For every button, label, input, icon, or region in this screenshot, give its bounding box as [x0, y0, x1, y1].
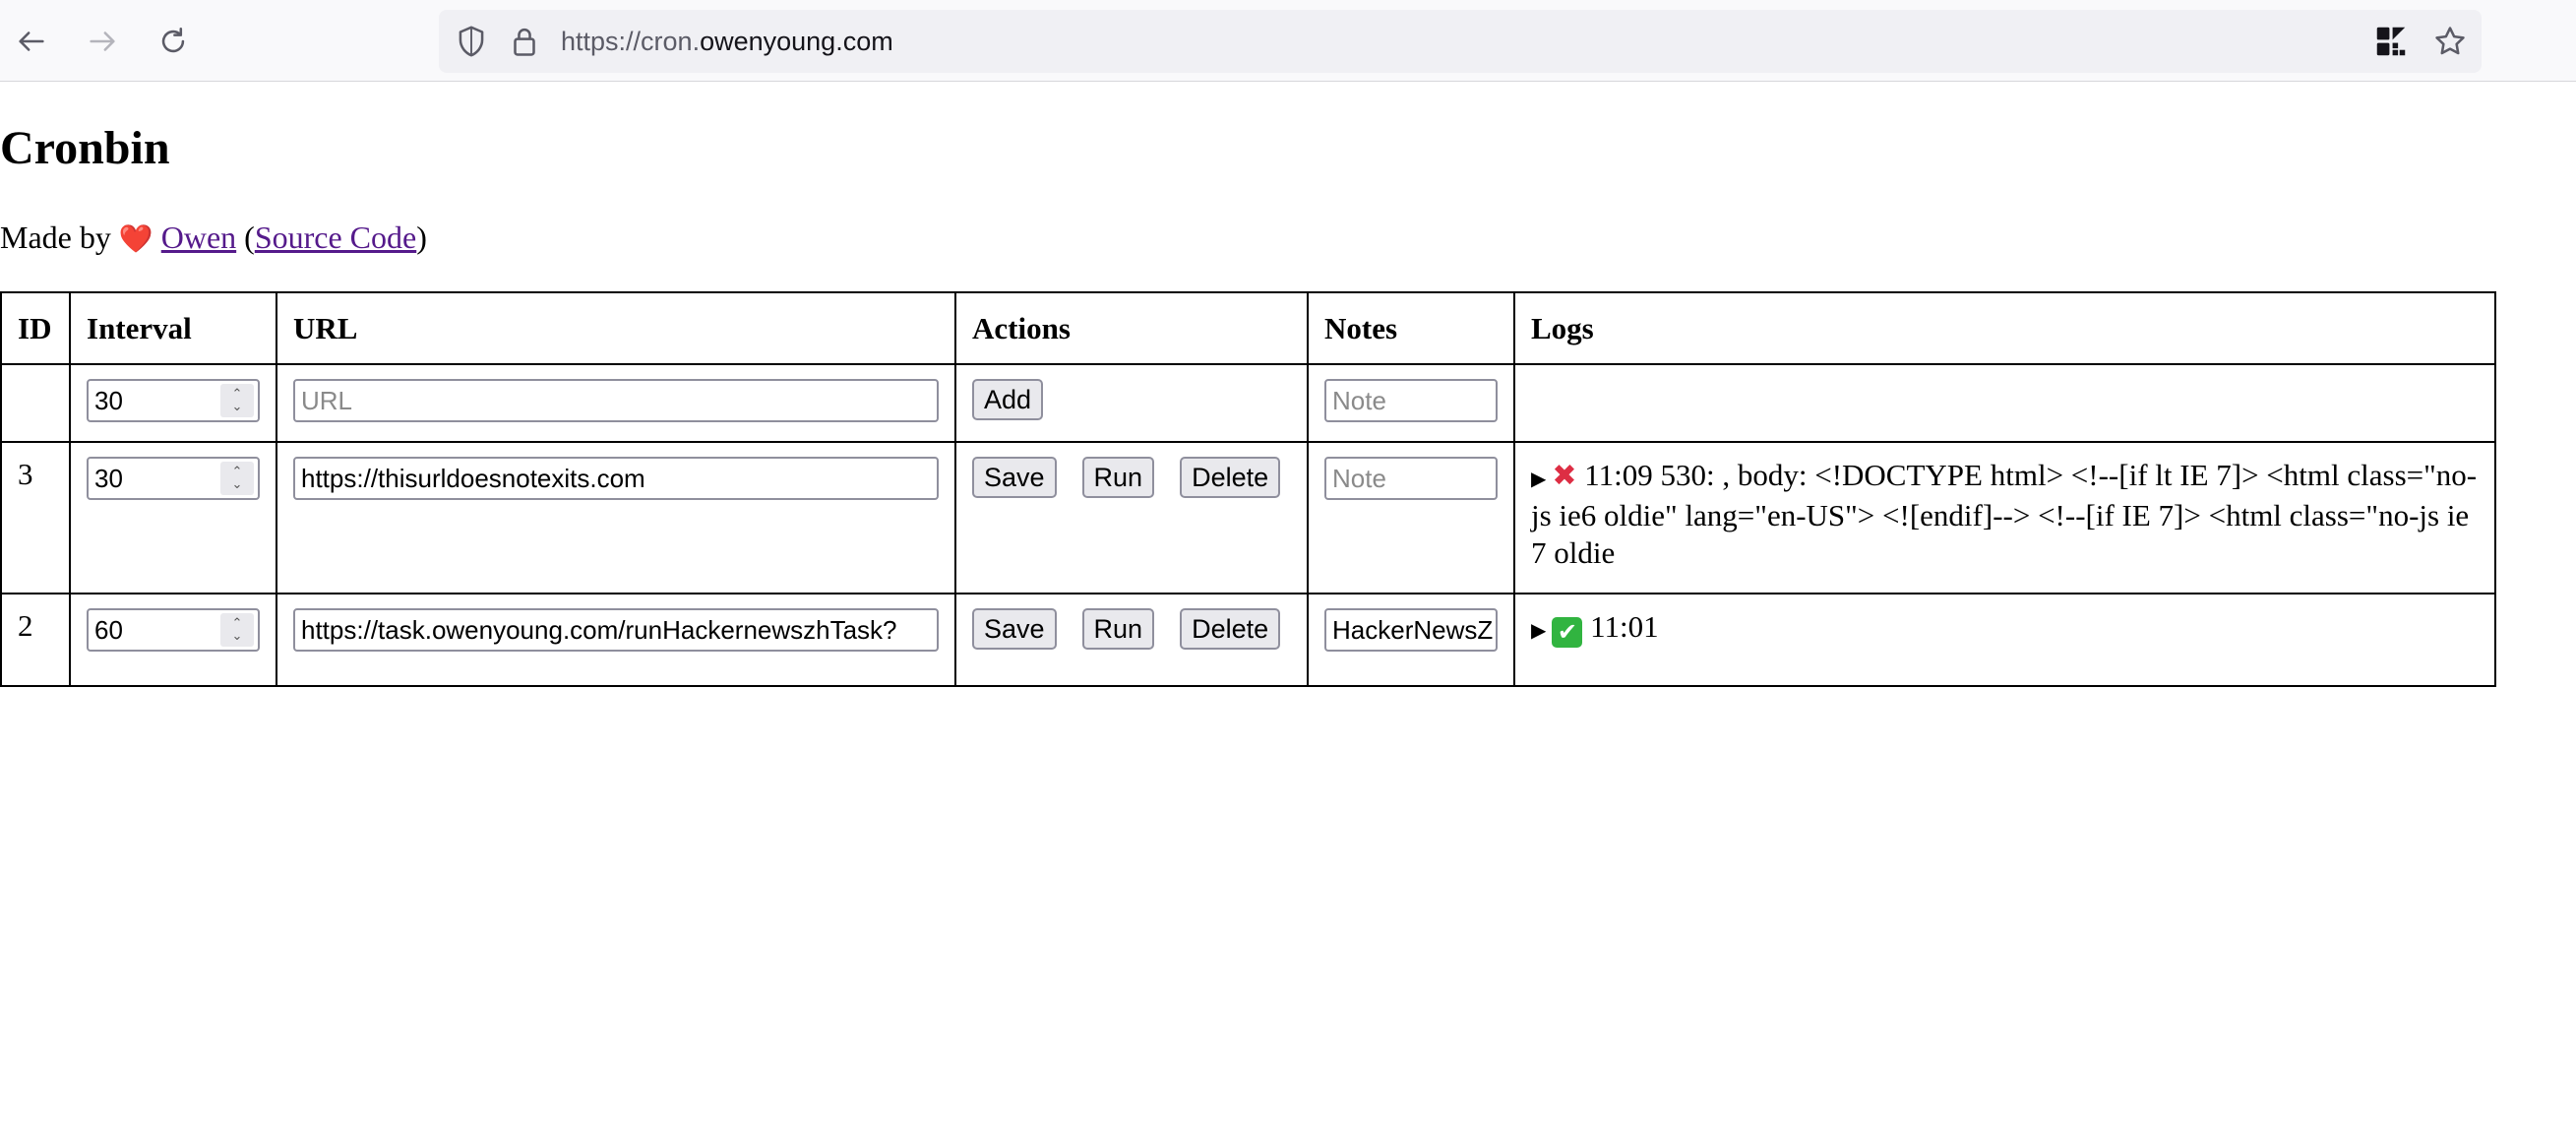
log-entry[interactable]: ▶ ✔ 11:01 — [1531, 608, 2479, 649]
back-button[interactable] — [10, 20, 53, 63]
add-log-cell — [1513, 363, 2496, 443]
open-paren: ( — [244, 219, 255, 255]
check-mark-icon: ✔ — [1552, 617, 1583, 648]
run-button[interactable]: Run — [1081, 608, 1155, 650]
add-interval-input[interactable]: 30 ⌃ ⌄ — [87, 379, 260, 422]
add-id-cell — [0, 363, 71, 443]
actions-cell: Save Run Delete — [954, 441, 1309, 594]
add-note-input[interactable]: Note — [1324, 379, 1498, 422]
delete-button[interactable]: Delete — [1180, 608, 1281, 650]
log-cell: ▶ ✔ 11:01 — [1513, 593, 2496, 687]
close-paren: ) — [416, 219, 427, 255]
log-cell: ▶ ✖ 11:09 530: , body: <!DOCTYPE html> <!… — [1513, 441, 2496, 594]
log-time: 11:01 — [1590, 609, 1659, 644]
note-input[interactable]: Note — [1324, 457, 1498, 500]
header-url: URL — [276, 291, 956, 365]
forward-button[interactable] — [81, 20, 124, 63]
table-row: 2 60 ⌃ ⌄ https://task.owenyoung.com/runHa… — [0, 593, 2496, 687]
add-button[interactable]: Add — [972, 379, 1044, 420]
interval-value: 30 — [94, 464, 123, 493]
log-entry[interactable]: ▶ ✖ 11:09 530: , body: <!DOCTYPE html> <!… — [1531, 457, 2479, 572]
url-text[interactable]: https://cron.owenyoung.com — [561, 10, 893, 73]
spinner-icon[interactable]: ⌃ ⌄ — [220, 384, 254, 417]
disclosure-triangle-icon[interactable]: ▶ — [1531, 618, 1546, 642]
disclosure-triangle-icon[interactable]: ▶ — [1531, 467, 1546, 490]
url-input[interactable]: https://thisurldoesnotexits.com — [293, 457, 939, 500]
add-interval-cell: 30 ⌃ ⌄ — [69, 363, 277, 443]
interval-cell: 60 ⌃ ⌄ — [69, 593, 277, 687]
table-header-row: ID Interval URL Actions Notes Logs — [0, 291, 2496, 365]
arrow-left-icon — [19, 31, 44, 51]
add-interval-value: 30 — [94, 386, 123, 415]
delete-button[interactable]: Delete — [1180, 457, 1281, 498]
cron-jobs-table: ID Interval URL Actions Notes Logs 30 ⌃ ⌄ — [0, 291, 2496, 687]
spinner-icon[interactable]: ⌃ ⌄ — [220, 613, 254, 647]
interval-input[interactable]: 30 ⌃ ⌄ — [87, 457, 260, 500]
interval-cell: 30 ⌃ ⌄ — [69, 441, 277, 594]
reload-icon — [161, 27, 185, 53]
header-actions: Actions — [954, 291, 1309, 365]
header-logs: Logs — [1513, 291, 2496, 365]
note-cell: HackerNewsZ — [1307, 593, 1515, 687]
browser-toolbar: https://cron.owenyoung.com — [0, 0, 2576, 82]
add-url-cell: URL — [276, 363, 956, 443]
add-url-input[interactable]: URL — [293, 379, 939, 422]
save-button[interactable]: Save — [972, 457, 1057, 498]
log-time: 11:09 — [1584, 458, 1653, 492]
actions-cell: Save Run Delete — [954, 593, 1309, 687]
header-notes: Notes — [1307, 291, 1515, 365]
lock-icon[interactable] — [506, 23, 543, 60]
interval-value: 60 — [94, 615, 123, 645]
add-note-cell: Note — [1307, 363, 1515, 443]
author-link[interactable]: Owen — [161, 219, 236, 255]
reload-button[interactable] — [152, 20, 195, 63]
star-icon[interactable] — [2431, 23, 2469, 60]
url-domain: owenyoung.com — [700, 27, 893, 56]
add-actions-cell: Add — [954, 363, 1309, 443]
qr-code-icon[interactable] — [2372, 23, 2410, 60]
header-interval: Interval — [69, 291, 277, 365]
shield-icon[interactable] — [453, 23, 490, 60]
url-prefix: https://cron. — [561, 27, 701, 56]
run-button[interactable]: Run — [1081, 457, 1155, 498]
table-row: 3 30 ⌃ ⌄ https://thisurldoesnotexits.com … — [0, 441, 2496, 594]
credits-line: Made by ❤️ Owen (Source Code) — [0, 218, 427, 259]
arrow-right-icon — [90, 31, 115, 51]
url-input[interactable]: https://task.owenyoung.com/runHackernews… — [293, 608, 939, 652]
job-id: 2 — [0, 593, 71, 687]
address-bar[interactable]: https://cron.owenyoung.com — [439, 10, 2482, 73]
source-code-link[interactable]: Source Code — [255, 219, 416, 255]
note-cell: Note — [1307, 441, 1515, 594]
header-id: ID — [0, 291, 71, 365]
spinner-icon[interactable]: ⌃ ⌄ — [220, 462, 254, 495]
url-cell: https://task.owenyoung.com/runHackernews… — [276, 593, 956, 687]
cross-mark-icon: ✖ — [1552, 459, 1577, 493]
log-text: 530: , body: <!DOCTYPE html> <!--[if lt … — [1531, 458, 2478, 570]
url-cell: https://thisurldoesnotexits.com — [276, 441, 956, 594]
heart-icon: ❤️ — [118, 222, 153, 255]
page-title: Cronbin — [0, 122, 170, 174]
note-input[interactable]: HackerNewsZ — [1324, 608, 1498, 652]
save-button[interactable]: Save — [972, 608, 1057, 650]
job-id: 3 — [0, 441, 71, 594]
add-job-row: 30 ⌃ ⌄ URL Add Note — [0, 363, 2496, 443]
interval-input[interactable]: 60 ⌃ ⌄ — [87, 608, 260, 652]
made-by-text: Made by — [0, 219, 111, 255]
